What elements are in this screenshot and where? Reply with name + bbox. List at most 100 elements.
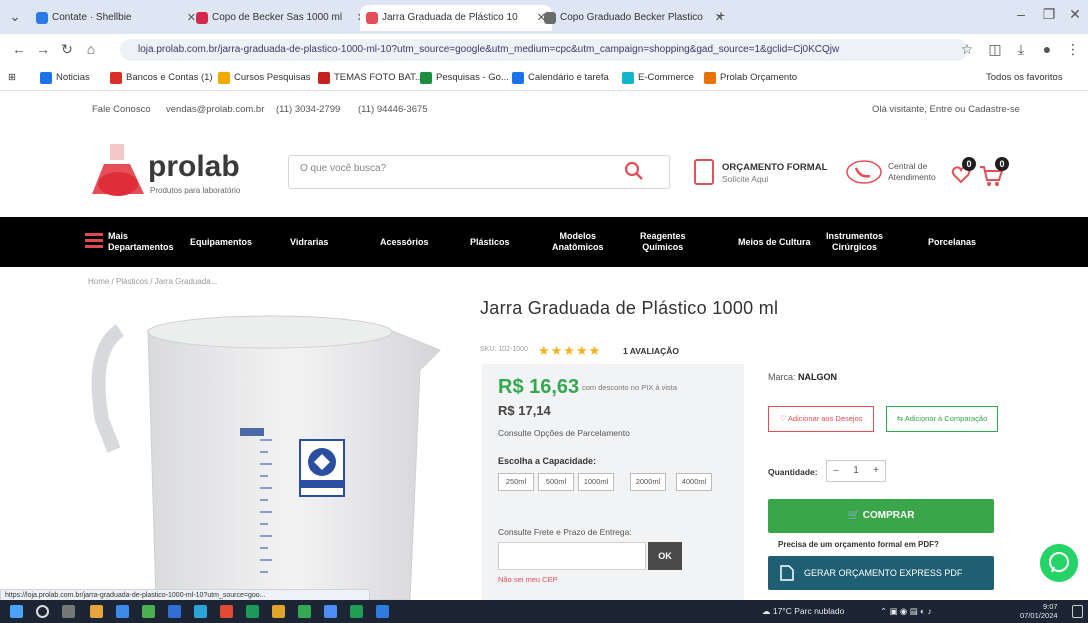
profile-icon[interactable]: ● [1038, 41, 1056, 57]
start-icon[interactable] [10, 605, 23, 618]
add-wishlist-button[interactable]: ♡ Adicionar aos Desejos [768, 406, 874, 432]
new-tab-button[interactable]: + [712, 7, 730, 23]
plus-icon[interactable]: + [867, 461, 885, 481]
rating-stars-icon[interactable]: ★★★★★ [538, 343, 601, 359]
capacity-option[interactable]: 1000ml [578, 473, 614, 491]
bookmark-favicon-icon [512, 72, 524, 84]
minimize-icon[interactable]: – [1012, 6, 1030, 22]
app-icon[interactable] [324, 605, 337, 618]
cep-input[interactable] [498, 542, 646, 570]
browser-tab-active[interactable]: Jarra Graduada de Plástico 10 ✕ [360, 5, 552, 31]
app-icon[interactable] [376, 605, 389, 618]
window-close-icon[interactable]: ✕ [1066, 6, 1084, 23]
apps-icon[interactable]: ⊞ [8, 70, 16, 86]
forward-icon[interactable]: → [34, 41, 52, 57]
capacity-option[interactable]: 500ml [538, 473, 574, 491]
quantity-stepper[interactable]: – 1 + [826, 460, 886, 482]
app-icon[interactable] [168, 605, 181, 618]
formal-quote-link[interactable]: ORÇAMENTO FORMAL [722, 162, 827, 173]
minus-icon[interactable]: – [827, 461, 845, 481]
chrome-icon[interactable] [272, 605, 285, 618]
buy-button[interactable]: 🛒 COMPRAR [768, 499, 994, 533]
tab-search-icon[interactable]: ⌄ [6, 8, 24, 25]
nav-modelos[interactable]: Modelos Anatômicos [552, 231, 604, 253]
task-view-icon[interactable] [62, 605, 75, 618]
logo-flask-icon [92, 144, 144, 196]
bookmark-favicon-icon [218, 72, 230, 84]
hamburger-icon[interactable] [85, 233, 103, 249]
notification-icon[interactable] [1072, 605, 1083, 618]
capacity-option[interactable]: 250ml [498, 473, 534, 491]
app-icon[interactable] [220, 605, 233, 618]
breadcrumb[interactable]: Home / Plásticos / Jarra Graduada... [88, 277, 217, 286]
reload-icon[interactable]: ↻ [58, 41, 76, 58]
brand-name[interactable]: NALGON [798, 372, 837, 382]
nav-meios-cultura[interactable]: Meios de Cultura [738, 237, 811, 248]
phone-link[interactable]: (11) 3034-2799 [276, 104, 340, 115]
browser-tab[interactable]: Contate · Shellbie ✕ [30, 5, 202, 31]
menu-icon[interactable]: ⋮ [1064, 41, 1082, 58]
app-icon[interactable] [350, 605, 363, 618]
app-icon[interactable] [116, 605, 129, 618]
cep-help-link[interactable]: Não sei meu CEP [498, 575, 558, 584]
bookmark-item[interactable]: Pesquisas - Go... [420, 70, 509, 86]
bookmark-item[interactable]: Prolab Orçamento [704, 70, 797, 86]
wishlist-count-badge: 0 [962, 157, 976, 171]
capacity-option[interactable]: 4000ml [676, 473, 712, 491]
browser-tab[interactable]: Copo Graduado Becker Plastico ✕ [538, 5, 730, 31]
email-link[interactable]: vendas@prolab.com.br [166, 104, 264, 115]
nav-plasticos[interactable]: Plásticos [470, 237, 510, 248]
star-icon[interactable]: ☆ [958, 41, 976, 58]
bookmark-item[interactable]: TEMAS FOTO BAT... [318, 70, 423, 86]
quantity-value[interactable]: 1 [847, 461, 865, 481]
tab-favicon-icon [36, 12, 48, 24]
weather-widget[interactable]: ☁ 17°C Parc nublado [762, 606, 844, 617]
bookmark-item[interactable]: Bancos e Contas (1) [110, 70, 213, 86]
bookmark-item[interactable]: Cursos Pesquisas [218, 70, 311, 86]
system-tray-icon[interactable]: ⌃ ▣ ◉ ▤ ◐ ♪ [880, 606, 932, 617]
capacity-option[interactable]: 2000ml [630, 473, 666, 491]
support-link[interactable]: Central de Atendimento [888, 161, 936, 183]
app-icon[interactable] [298, 605, 311, 618]
nav-equipamentos[interactable]: Equipamentos [190, 237, 252, 248]
nav-porcelanas[interactable]: Porcelanas [928, 237, 976, 248]
url-input[interactable]: loja.prolab.com.br/jarra-graduada-de-pla… [120, 39, 968, 61]
tab-favicon-icon [196, 12, 208, 24]
explorer-icon[interactable] [90, 605, 103, 618]
generate-pdf-button[interactable]: GERAR ORÇAMENTO EXPRESS PDF [768, 556, 994, 590]
address-bar: ← → ↻ ⌂ loja.prolab.com.br/jarra-graduad… [0, 34, 1088, 66]
maximize-icon[interactable]: ❐ [1040, 6, 1058, 23]
contact-link[interactable]: Fale Conosco [92, 104, 151, 115]
search-icon[interactable] [36, 605, 49, 618]
login-link[interactable]: Olá visitante, Entre ou Cadastre-se [872, 104, 1020, 115]
extensions-icon[interactable]: ◫ [986, 41, 1004, 58]
app-icon[interactable] [194, 605, 207, 618]
cep-ok-button[interactable]: OK [648, 542, 682, 570]
app-icon[interactable] [142, 605, 155, 618]
all-bookmarks[interactable]: Todos os favoritos [986, 70, 1063, 86]
installments-link[interactable]: Consulte Opções de Parcelamento [498, 428, 630, 438]
product-image[interactable] [60, 290, 460, 600]
download-icon[interactable]: ⤓ [1012, 41, 1030, 58]
reviews-link[interactable]: 1 AVALIAÇÃO [623, 346, 679, 356]
bookmark-item[interactable]: Noticias [40, 70, 90, 86]
formal-quote-sub: Solicite Aqui [722, 174, 769, 184]
home-icon[interactable]: ⌂ [82, 41, 100, 57]
clock[interactable]: 9:07 07/01/2024 [1020, 602, 1058, 620]
back-icon[interactable]: ← [10, 41, 28, 57]
add-compare-button[interactable]: ⇆ Adicionar à Comparação [886, 406, 998, 432]
nav-departments[interactable]: Mais Departamentos [108, 231, 174, 253]
whatsapp-icon[interactable] [1040, 544, 1078, 582]
browser-tab[interactable]: Copo de Becker Sas 1000 ml ✕ [190, 5, 372, 31]
bookmark-item[interactable]: Calendário e tarefa [512, 70, 609, 86]
bookmark-item[interactable]: E-Commerce [622, 70, 694, 86]
phone-link[interactable]: (11) 94446-3675 [358, 104, 428, 115]
app-icon[interactable] [246, 605, 259, 618]
nav-instrumentos[interactable]: Instrumentos Cirúrgicos [826, 231, 883, 253]
nav-reagentes[interactable]: Reagentes Químicos [640, 231, 686, 253]
site-logo[interactable]: prolab [148, 150, 240, 184]
product-title: Jarra Graduada de Plástico 1000 ml [480, 298, 779, 318]
nav-vidrarias[interactable]: Vidrarias [290, 237, 328, 248]
search-icon[interactable] [623, 160, 645, 182]
nav-acessorios[interactable]: Acessórios [380, 237, 429, 248]
